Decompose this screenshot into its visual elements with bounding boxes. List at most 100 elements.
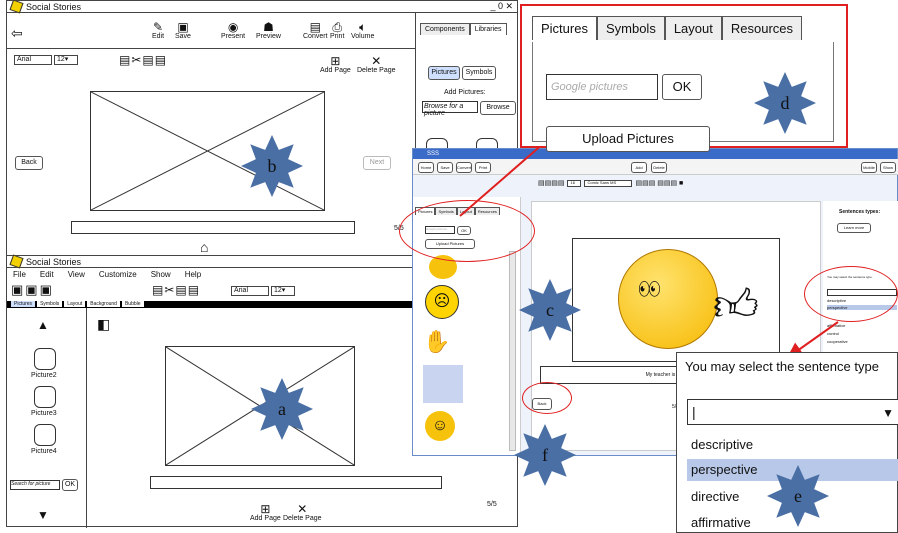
- clipboard-icons[interactable]: ▤▤▤▤: [538, 179, 564, 187]
- tab-libraries[interactable]: Libraries: [469, 23, 507, 35]
- delete-page-button[interactable]: ✕ Delete Page: [283, 503, 322, 523]
- text-input-bar[interactable]: [71, 221, 355, 234]
- browse-input[interactable]: Browse for a picture: [422, 101, 478, 117]
- type-option[interactable]: control: [827, 331, 839, 336]
- size-select[interactable]: 12 ▾: [271, 286, 295, 296]
- home-icon[interactable]: ⌂: [200, 239, 208, 255]
- format-bar: ▤▤▤▤ 16 Comic Sans MS ▤▤▤ ▤▤▤ ■: [538, 179, 683, 187]
- picture-thumb[interactable]: [34, 424, 56, 446]
- menu-show[interactable]: Show: [151, 270, 171, 279]
- tab-layout[interactable]: Layout: [64, 301, 86, 307]
- picture-thumb[interactable]: [34, 348, 56, 370]
- preview-button[interactable]: ☗ Preview: [256, 21, 281, 41]
- clipboard-icons[interactable]: ▤✂▤▤: [119, 53, 167, 67]
- google-search-input[interactable]: Google pictures: [546, 74, 658, 100]
- back-button[interactable]: Back: [15, 156, 43, 170]
- symbols-button[interactable]: Symbols: [462, 66, 496, 80]
- picture-label: Picture4: [31, 448, 57, 455]
- tab-resources[interactable]: Resources: [721, 16, 803, 40]
- type-option[interactable]: cooperative: [827, 339, 848, 344]
- tab-pictures[interactable]: Pictures: [11, 301, 36, 307]
- text-cursor: |: [692, 404, 696, 420]
- back-arrow-icon[interactable]: ⇦: [11, 25, 23, 42]
- clipboard-icons[interactable]: ▤✂▤▤: [152, 283, 200, 297]
- size-select[interactable]: 12 ▾: [54, 55, 78, 65]
- type-option[interactable]: descriptive: [691, 437, 753, 452]
- ok-button[interactable]: OK: [62, 479, 78, 491]
- tab-pictures[interactable]: Pictures: [532, 16, 597, 40]
- learn-more-button[interactable]: Learn more: [837, 223, 871, 233]
- upload-pictures-button[interactable]: Upload Pictures: [546, 126, 710, 152]
- delete-icon: ✕: [297, 502, 308, 516]
- delete-page-button[interactable]: ✕ Delete Page: [357, 55, 396, 75]
- sentence-type-select[interactable]: | ▼: [687, 399, 898, 425]
- picture-thumb[interactable]: [34, 386, 56, 408]
- chevron-down-icon[interactable]: ▼: [882, 406, 894, 420]
- print-button[interactable]: ⎙ Print: [330, 21, 344, 41]
- save-button[interactable]: ▣ Save: [175, 21, 191, 41]
- font-select[interactable]: Arial: [14, 55, 52, 65]
- toolbar: Home Save Convert Print Add Delete Mobil…: [413, 159, 898, 175]
- app-logo-icon: [9, 0, 24, 14]
- highlight-ellipse-tabs: [399, 200, 535, 262]
- type-option[interactable]: affirmative: [827, 323, 845, 328]
- format-icons[interactable]: ▤▤▤ ▤▤▤ ■: [635, 179, 683, 187]
- mobile-button[interactable]: Mobile: [861, 162, 877, 173]
- convert-button[interactable]: ▤ Convert: [303, 21, 328, 41]
- next-button[interactable]: Next: [363, 156, 391, 170]
- tab-symbols[interactable]: Symbols: [37, 301, 63, 307]
- menu-edit[interactable]: Edit: [40, 270, 54, 279]
- tab-background[interactable]: Background: [87, 301, 120, 307]
- menu-file[interactable]: File: [13, 270, 26, 279]
- window-controls[interactable]: _ 0 ✕: [490, 1, 513, 12]
- clock-picture[interactable]: [423, 365, 463, 403]
- window-title: Social Stories: [26, 256, 82, 267]
- add-page-button[interactable]: ⊞ Add Page: [320, 55, 351, 75]
- volume-button[interactable]: 🔈︎ Volume: [351, 21, 374, 41]
- type-option[interactable]: affirmative: [691, 515, 751, 530]
- menu-help[interactable]: Help: [185, 270, 201, 279]
- file-icons[interactable]: ▣▣▣: [11, 282, 54, 298]
- print-button[interactable]: Print: [475, 162, 491, 173]
- picture-label: Picture2: [31, 372, 57, 379]
- add-button[interactable]: Add: [631, 162, 647, 173]
- edit-button[interactable]: ✎ Edit: [152, 21, 164, 41]
- scroll-up-icon[interactable]: ▲: [37, 318, 49, 332]
- window-title: Social Stories: [26, 1, 82, 12]
- add-page-icon: ⊞: [330, 54, 341, 68]
- present-button[interactable]: ◉ Present: [221, 21, 245, 41]
- add-page-button[interactable]: ⊞ Add Page: [250, 503, 281, 523]
- scroll-down-icon[interactable]: ▼: [37, 508, 49, 522]
- type-option[interactable]: directive: [691, 489, 739, 504]
- tab-layout[interactable]: Layout: [664, 16, 722, 40]
- select-hint: You may select the sentence type: [685, 359, 879, 374]
- text-input-bar[interactable]: [150, 476, 442, 489]
- highlight-ellipse-select: [804, 266, 898, 322]
- tab-symbols[interactable]: Symbols: [596, 16, 665, 40]
- preview-icon: ☗: [263, 20, 274, 34]
- hands-picture[interactable]: ✋: [423, 327, 463, 357]
- ok-button[interactable]: OK: [662, 74, 702, 100]
- save-button[interactable]: Save: [437, 162, 453, 173]
- pictures-button[interactable]: Pictures: [428, 66, 460, 80]
- font-select[interactable]: Comic Sans MS: [584, 179, 633, 187]
- show-button[interactable]: Show: [880, 162, 896, 173]
- angry-face-picture[interactable]: ☹: [425, 285, 459, 319]
- home-button[interactable]: Home: [418, 162, 434, 173]
- tab-components[interactable]: Components: [420, 23, 470, 35]
- delete-button[interactable]: Delete: [651, 162, 667, 173]
- search-picture-input[interactable]: Search for picture: [10, 480, 60, 490]
- menu-customize[interactable]: Customize: [99, 270, 137, 279]
- scrollbar[interactable]: [509, 251, 516, 451]
- font-select[interactable]: Arial: [231, 286, 269, 296]
- size-select[interactable]: 16: [567, 179, 582, 187]
- smiley-picture[interactable]: ☺: [425, 411, 455, 441]
- menu-view[interactable]: View: [68, 270, 85, 279]
- convert-button[interactable]: Convert: [456, 162, 472, 173]
- zoom-panel-e: You may select the sentence type | ▼ des…: [676, 352, 898, 533]
- speaker-icon: 🔈︎: [359, 20, 367, 34]
- browse-button[interactable]: Browse: [480, 101, 516, 115]
- panel-tabs: Components Libraries: [420, 23, 507, 35]
- tab-bubble[interactable]: Bubble: [121, 301, 144, 307]
- collapse-icon[interactable]: ◧: [97, 316, 110, 333]
